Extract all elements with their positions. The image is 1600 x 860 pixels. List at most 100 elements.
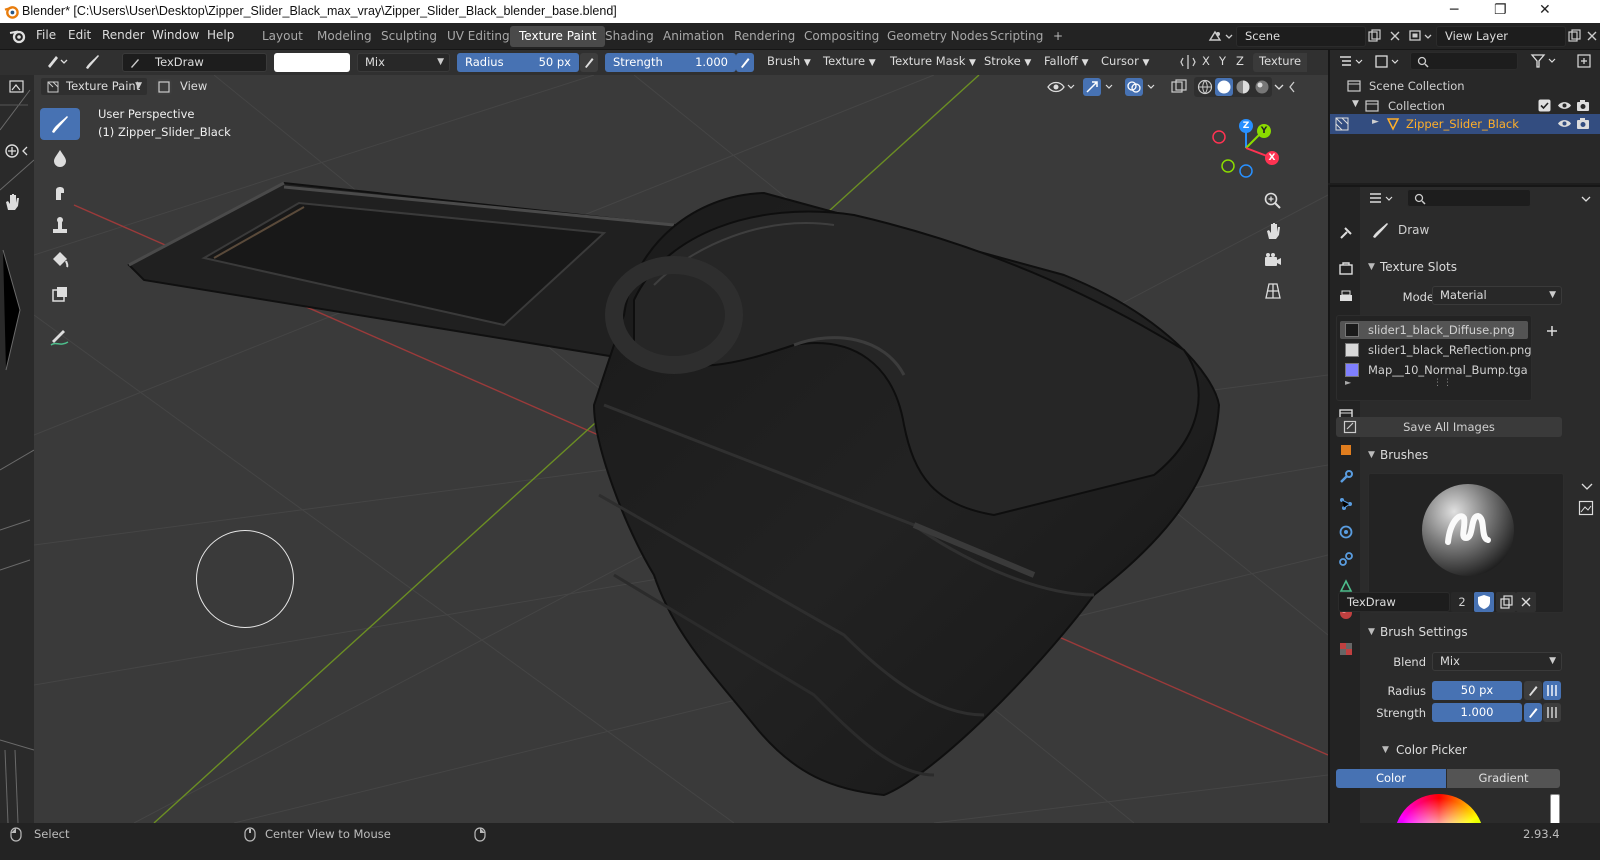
radius-pressure-icon[interactable] [1524, 681, 1542, 700]
blend-mode-dropdown[interactable]: Mix ▼ [357, 53, 450, 72]
sidebar-toggle-icon[interactable] [1286, 79, 1298, 95]
cursor-menu[interactable]: Cursor ▼ [1095, 53, 1155, 72]
texture-mask-menu[interactable]: Texture Mask ▼ [884, 53, 982, 72]
radius-field[interactable]: 50 px [1432, 681, 1522, 700]
display-mode-icon[interactable] [1374, 54, 1402, 70]
gradient-tab-button[interactable]: Gradient [1447, 769, 1560, 788]
view-layer-field[interactable]: View Layer [1436, 26, 1566, 47]
blend-dropdown[interactable]: Mix ▼ [1432, 652, 1562, 671]
eye-icon[interactable] [1557, 99, 1572, 112]
delete-view-layer-icon[interactable] [1585, 29, 1599, 43]
paint-mode-indicator-icon[interactable] [1335, 117, 1349, 131]
duplicate-brush-icon[interactable] [1496, 592, 1516, 612]
fill-tool-button[interactable] [40, 244, 80, 276]
tool-settings-dropdown-icon[interactable] [46, 52, 72, 72]
outliner-search-input[interactable] [1410, 52, 1518, 70]
tab-sculpting[interactable]: Sculpting [372, 26, 446, 47]
scene-name-field[interactable]: Scene [1236, 26, 1366, 47]
blender-menu-icon[interactable] [9, 28, 27, 44]
brushes-header[interactable]: ▼ Brushes [1360, 444, 1600, 466]
menu-file[interactable]: File [36, 28, 56, 42]
falloff-menu[interactable]: Falloff ▼ [1038, 53, 1095, 72]
tab-tool[interactable] [1336, 223, 1356, 243]
overlays-toggle-icon[interactable] [1124, 77, 1158, 97]
tab-constraints[interactable] [1336, 549, 1356, 569]
chevron-down-icon[interactable] [1580, 193, 1592, 205]
new-collection-icon[interactable] [1576, 53, 1592, 69]
strength-field[interactable]: 1.000 [1432, 703, 1522, 722]
texture-paint-mode-icon[interactable] [8, 79, 26, 95]
wireframe-shading-icon[interactable] [1196, 78, 1214, 96]
properties-search-input[interactable] [1407, 189, 1531, 207]
tab-scripting[interactable]: Scripting [981, 26, 1052, 47]
maximize-button[interactable]: ❐ [1494, 2, 1507, 18]
texture-slot-0[interactable]: slider1_black_Diffuse.png [1340, 321, 1528, 339]
exclude-checkbox-icon[interactable] [1538, 99, 1551, 112]
close-button[interactable]: ✕ [1539, 2, 1551, 18]
list-options-arrow-icon[interactable]: ► [1345, 378, 1351, 387]
save-all-images-button[interactable]: Save All Images [1336, 417, 1562, 437]
camera-render-icon[interactable] [1576, 116, 1590, 130]
symmetry-icon[interactable] [1180, 54, 1196, 70]
brush-user-count[interactable]: 2 [1451, 592, 1473, 612]
menu-help[interactable]: Help [207, 28, 234, 42]
delete-scene-icon[interactable] [1388, 29, 1402, 43]
color-wheel[interactable] [1394, 794, 1484, 823]
pan-icon[interactable] [1263, 221, 1283, 241]
gizmo-toggle-icon[interactable] [1082, 77, 1116, 97]
menu-window[interactable]: Window [152, 28, 199, 42]
outliner-row-object[interactable]: ► Zipper_Slider_Black [1330, 114, 1600, 134]
value-slider[interactable] [1550, 794, 1560, 823]
tab-layout[interactable]: Layout [253, 26, 312, 47]
expand-arrow-icon[interactable]: ▼ [1352, 99, 1359, 109]
outliner-row-collection[interactable]: ▼ Collection [1330, 96, 1600, 116]
view-menu[interactable]: View [180, 79, 207, 93]
brush-list-chevron-icon[interactable] [1580, 479, 1594, 493]
texture-header-tab[interactable]: Texture [1253, 53, 1308, 72]
stroke-menu[interactable]: Stroke ▼ [978, 53, 1037, 72]
camera-render-icon[interactable] [1576, 98, 1590, 112]
tab-object[interactable] [1336, 440, 1356, 460]
texture-slot-1[interactable]: slider1_black_Reflection.png [1340, 341, 1532, 359]
clone-tool-button[interactable] [40, 210, 80, 242]
mirror-z-toggle[interactable]: Z [1230, 53, 1250, 72]
smear-tool-button[interactable] [40, 176, 80, 208]
draw-tool-button[interactable] [40, 108, 80, 140]
mask-toggle-icon[interactable] [155, 78, 173, 96]
add-texture-slot-icon[interactable] [1545, 324, 1559, 338]
brush-icon[interactable] [82, 52, 102, 72]
menu-render[interactable]: Render [102, 28, 145, 42]
brush-image-icon[interactable] [1578, 500, 1594, 516]
outliner-editor-type-icon[interactable] [1338, 54, 1366, 70]
pan-hand-icon[interactable] [3, 192, 21, 212]
eye-icon[interactable] [1557, 117, 1572, 130]
color-picker-header[interactable]: ▼ Color Picker [1360, 739, 1600, 761]
texture-slot-2[interactable]: Map__10_Normal_Bump.tga [1340, 361, 1528, 379]
brush-color-swatch[interactable] [274, 53, 350, 72]
toolbar-toggle-icon[interactable] [3, 142, 31, 160]
soften-tool-button[interactable] [40, 142, 80, 174]
strength-pressure-icon[interactable] [736, 53, 754, 72]
camera-view-icon[interactable] [1263, 251, 1283, 271]
new-view-layer-icon[interactable] [1567, 29, 1581, 43]
view-layer-selector-icon[interactable] [1408, 28, 1434, 44]
tab-output[interactable] [1336, 287, 1356, 307]
list-resize-handle-icon[interactable]: ⋮⋮ [1433, 378, 1453, 388]
tab-physics[interactable] [1336, 522, 1356, 542]
menu-edit[interactable]: Edit [68, 28, 91, 42]
texture-slots-header[interactable]: ▼ Texture Slots [1360, 256, 1600, 278]
tab-animation[interactable]: Animation [654, 26, 733, 47]
gizmo-y-axis[interactable]: Y [1257, 124, 1271, 138]
expand-arrow-icon[interactable]: ► [1372, 117, 1379, 127]
tab-render[interactable] [1336, 259, 1356, 279]
scene-selector-icon[interactable] [1208, 28, 1234, 44]
strength-slider[interactable]: Strength 1.000 [605, 53, 736, 72]
new-scene-icon[interactable] [1367, 29, 1381, 43]
tab-particles[interactable] [1336, 494, 1356, 514]
add-workspace-button[interactable]: + [1044, 26, 1072, 47]
brush-settings-header[interactable]: ▼ Brush Settings [1360, 621, 1600, 643]
brush-name-field[interactable]: TexDraw [122, 53, 267, 72]
tab-modeling[interactable]: Modeling [308, 26, 381, 47]
visibility-selectability-icon[interactable] [1046, 77, 1076, 97]
xray-toggle-icon[interactable] [1170, 78, 1188, 96]
